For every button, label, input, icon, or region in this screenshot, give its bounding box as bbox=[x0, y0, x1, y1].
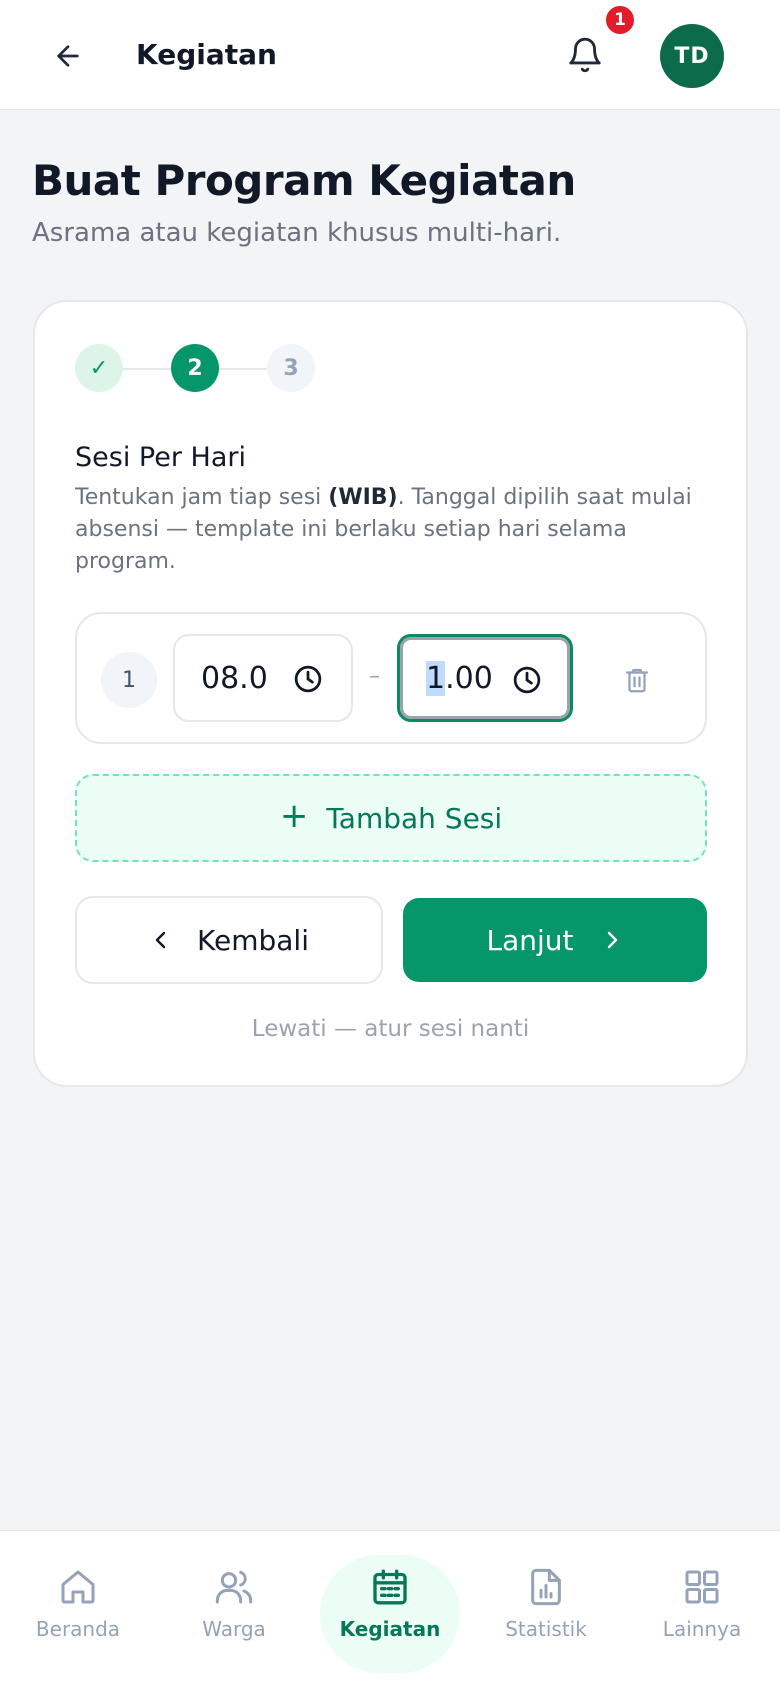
next-step-label: Lanjut bbox=[486, 923, 574, 957]
section-title: Sesi Per Hari bbox=[75, 442, 246, 473]
nav-item-lainnya[interactable]: Lainnya bbox=[632, 1567, 772, 1667]
users-icon bbox=[215, 1570, 253, 1604]
notifications-button[interactable] bbox=[560, 30, 610, 80]
nav-item-kegiatan[interactable]: Kegiatan bbox=[320, 1567, 460, 1667]
clock-icon[interactable] bbox=[512, 665, 542, 695]
header-title: Kegiatan bbox=[136, 38, 277, 71]
end-time-value: 1.00 bbox=[426, 660, 518, 696]
grid-icon bbox=[685, 1570, 719, 1604]
notification-badge: 1 bbox=[604, 4, 636, 36]
back-step-label: Kembali bbox=[197, 923, 309, 957]
desc-text: Tentukan jam tiap sesi bbox=[75, 485, 329, 510]
chevron-left-icon bbox=[155, 931, 166, 949]
calendar-icon bbox=[373, 1569, 407, 1605]
delete-session-button[interactable] bbox=[617, 658, 657, 702]
add-session-button[interactable]: + Tambah Sesi bbox=[75, 774, 707, 862]
desc-timezone: (WIB) bbox=[328, 485, 398, 510]
end-time-rest: .00 bbox=[445, 660, 493, 696]
bottom-navigation: Beranda Warga Kegiatan Statistik Lainnya bbox=[0, 1530, 780, 1688]
form-card: ✓ 2 3 Sesi Per Hari Tentukan jam tiap se… bbox=[33, 300, 748, 1087]
nav-label: Statistik bbox=[505, 1617, 587, 1641]
start-time-input[interactable]: 08.0 bbox=[173, 634, 353, 722]
step-connector bbox=[123, 368, 171, 370]
chart-file-icon bbox=[531, 1568, 561, 1606]
back-button[interactable] bbox=[44, 32, 92, 80]
step-2-active: 2 bbox=[171, 344, 219, 392]
section-description: Tentukan jam tiap sesi (WIB). Tanggal di… bbox=[75, 482, 695, 578]
nav-label: Kegiatan bbox=[339, 1617, 441, 1641]
chevron-right-icon bbox=[607, 931, 617, 949]
page-title: Buat Program Kegiatan bbox=[32, 156, 576, 205]
stepper: ✓ 2 3 bbox=[75, 344, 315, 394]
home-icon bbox=[61, 1570, 95, 1604]
step-3-pending: 3 bbox=[267, 344, 315, 392]
time-separator: – bbox=[369, 664, 380, 689]
plus-icon: + bbox=[279, 796, 309, 836]
nav-item-warga[interactable]: Warga bbox=[164, 1567, 304, 1667]
trash-icon bbox=[625, 668, 649, 693]
clock-icon[interactable] bbox=[293, 664, 323, 694]
end-time-input[interactable]: 1.00 bbox=[397, 634, 573, 722]
session-number: 1 bbox=[101, 652, 157, 708]
start-time-value: 08.0 bbox=[201, 660, 268, 696]
arrow-left-icon bbox=[57, 45, 79, 67]
top-app-bar: Kegiatan 1 TD bbox=[0, 0, 780, 110]
session-row: 1 08.0 – 1.00 bbox=[75, 612, 707, 744]
nav-label: Lainnya bbox=[662, 1617, 742, 1641]
nav-label: Beranda bbox=[35, 1617, 121, 1641]
next-step-button[interactable]: Lanjut bbox=[403, 898, 707, 982]
skip-link[interactable]: Lewati — atur sesi nanti bbox=[35, 1016, 746, 1042]
back-step-button[interactable]: Kembali bbox=[75, 896, 383, 984]
nav-label: Warga bbox=[202, 1617, 266, 1641]
nav-item-beranda[interactable]: Beranda bbox=[8, 1567, 148, 1667]
add-session-label: Tambah Sesi bbox=[326, 801, 503, 835]
step-connector bbox=[219, 368, 267, 370]
nav-item-statistik[interactable]: Statistik bbox=[476, 1567, 616, 1667]
avatar[interactable]: TD bbox=[660, 24, 724, 88]
step-1-done: ✓ bbox=[75, 344, 123, 392]
selected-digit: 1 bbox=[426, 660, 446, 696]
page-subtitle: Asrama atau kegiatan khusus multi-hari. bbox=[32, 218, 562, 248]
bell-icon bbox=[569, 37, 601, 73]
